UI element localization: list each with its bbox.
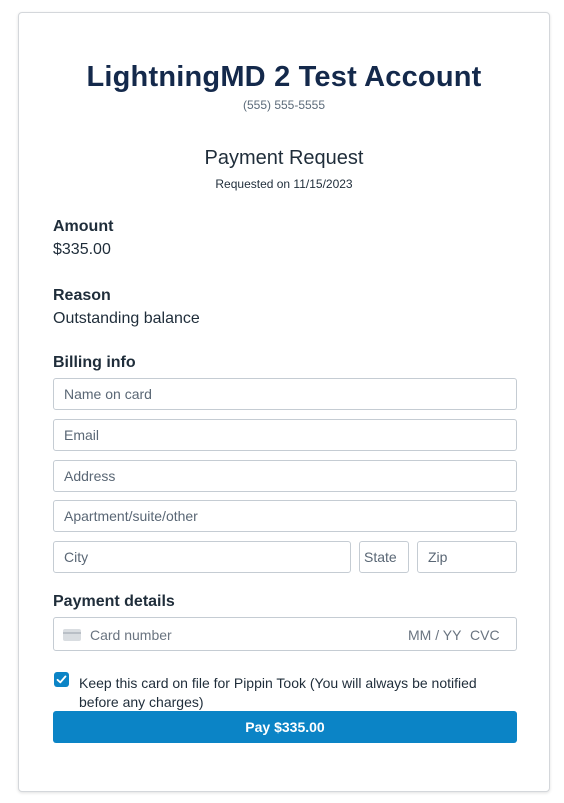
reason-label: Reason bbox=[53, 287, 111, 304]
keep-card-checkbox[interactable] bbox=[54, 672, 69, 687]
card-input-field[interactable]: Card number MM / YY CVC bbox=[53, 617, 517, 651]
state-field[interactable] bbox=[359, 541, 409, 573]
address-field[interactable] bbox=[53, 460, 517, 492]
amount-label: Amount bbox=[53, 218, 114, 235]
request-date: Requested on 11/15/2023 bbox=[215, 177, 353, 191]
card-expiry-placeholder[interactable]: MM / YY bbox=[408, 627, 461, 643]
billing-info-label: Billing info bbox=[53, 354, 136, 371]
page-title: Payment Request bbox=[204, 147, 364, 169]
name-on-card-field[interactable] bbox=[53, 378, 517, 410]
payment-request-card: LightningMD 2 Test Account (555) 555-555… bbox=[18, 12, 550, 792]
payment-details-label: Payment details bbox=[53, 593, 175, 610]
email-field[interactable] bbox=[53, 419, 517, 451]
keep-card-label: Keep this card on file for Pippin Took (… bbox=[79, 675, 477, 710]
practice-name: LightningMD 2 Test Account bbox=[86, 61, 482, 93]
practice-phone: (555) 555-5555 bbox=[242, 98, 326, 112]
card-cvc-placeholder[interactable]: CVC bbox=[470, 627, 500, 643]
reason-value: Outstanding balance bbox=[53, 310, 200, 327]
zip-field[interactable] bbox=[417, 541, 517, 573]
city-field[interactable] bbox=[53, 541, 351, 573]
amount-value: $335.00 bbox=[53, 241, 111, 258]
apartment-field[interactable] bbox=[53, 500, 517, 532]
card-number-placeholder[interactable]: Card number bbox=[90, 627, 172, 643]
checkmark-icon bbox=[56, 675, 67, 684]
pay-button[interactable]: Pay $335.00 bbox=[53, 711, 517, 743]
credit-card-icon bbox=[63, 629, 81, 641]
